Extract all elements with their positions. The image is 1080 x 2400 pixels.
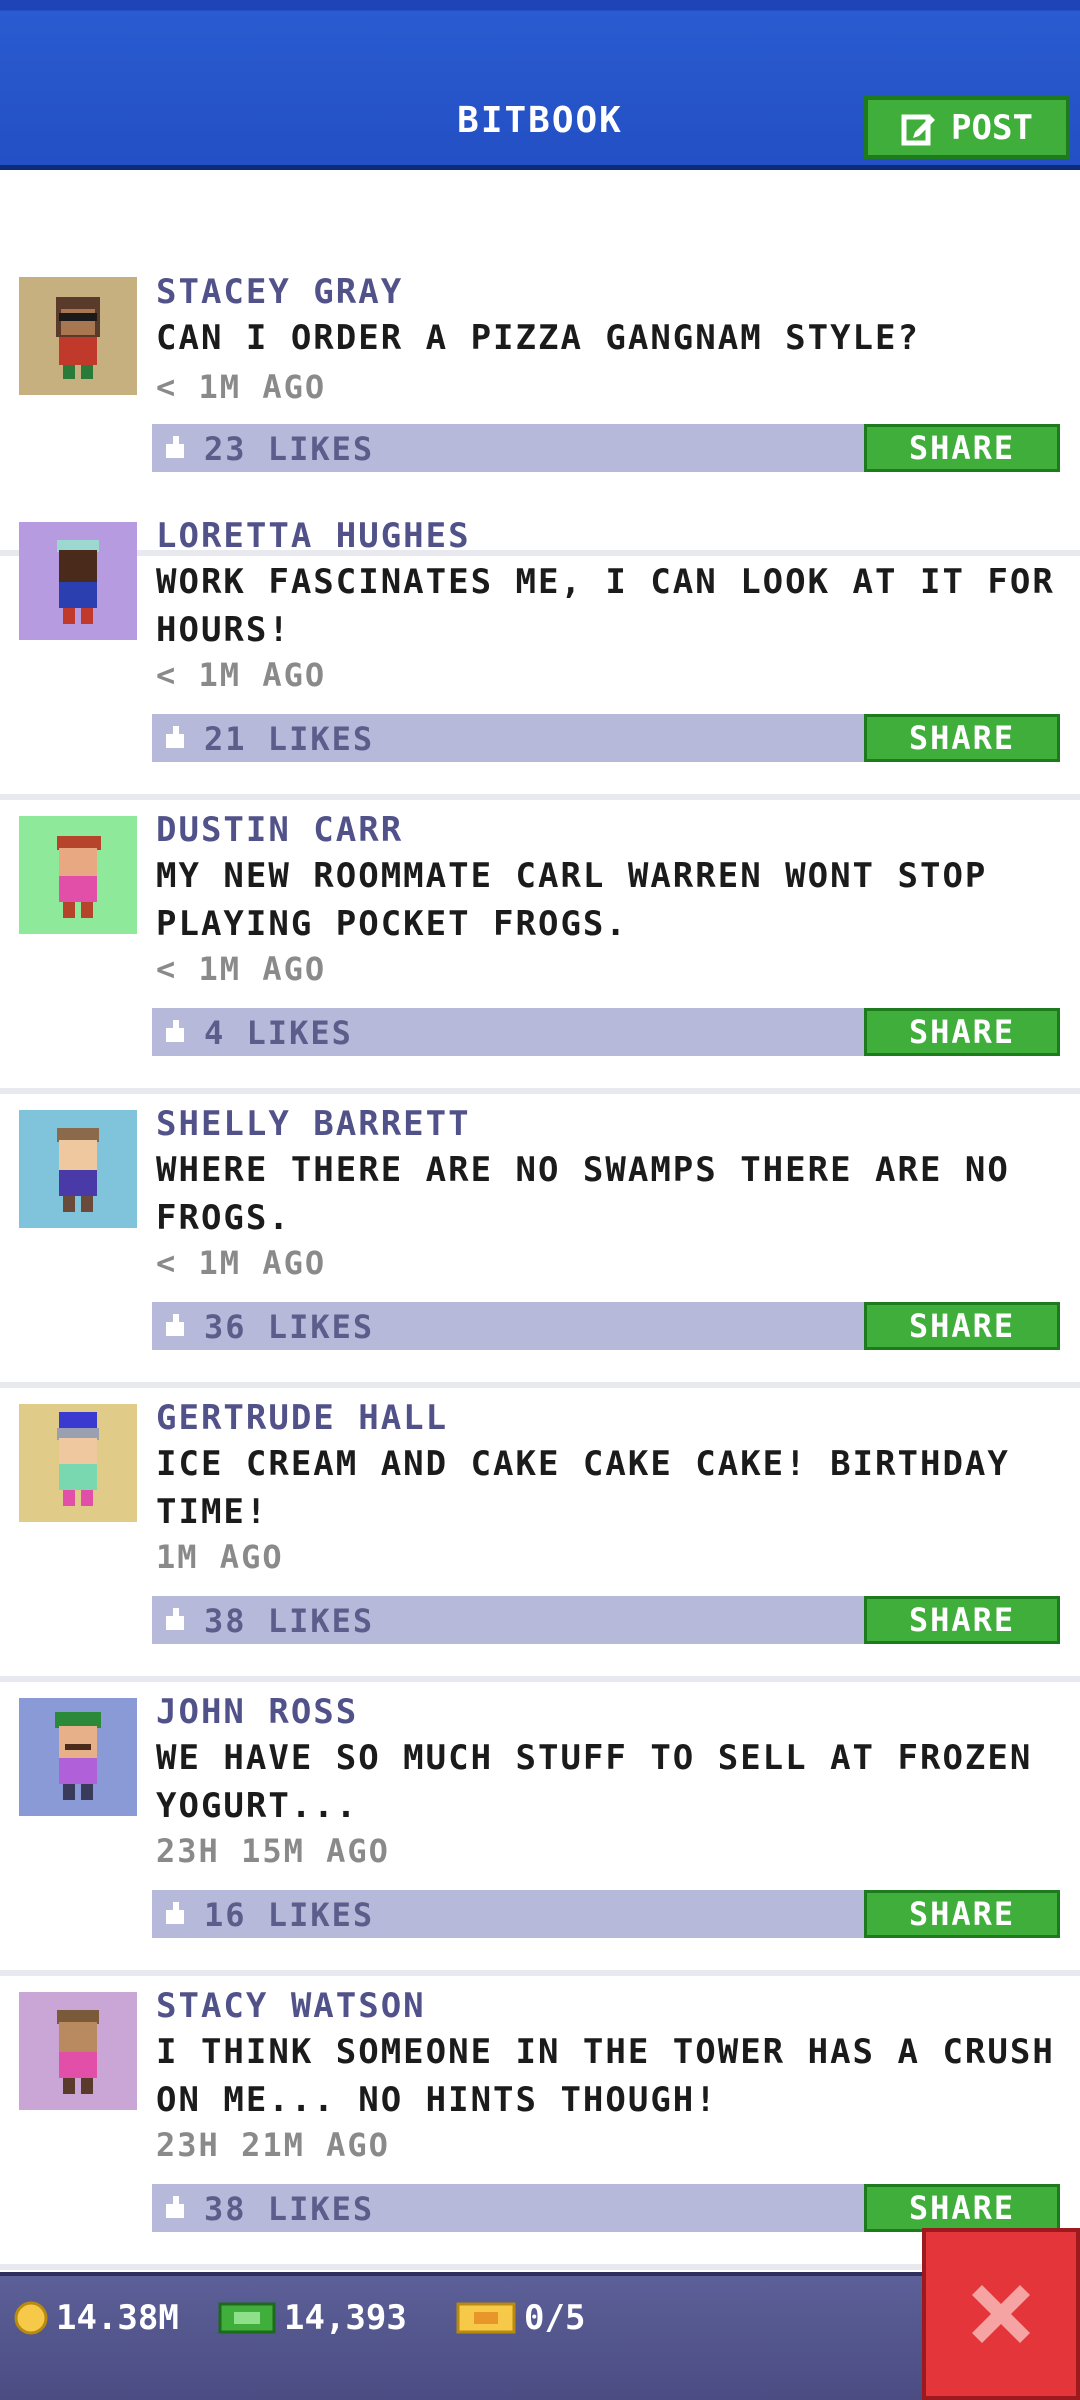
share-button[interactable]: SHARE (864, 424, 1060, 472)
thumbs-up-icon (166, 1020, 184, 1042)
post-message: WE HAVE SO MUCH STUFF TO SELL AT FROZEN … (156, 1738, 1033, 1826)
post-author: DUSTIN CARR (156, 810, 404, 850)
share-button[interactable]: SHARE (864, 1302, 1060, 1350)
close-button[interactable] (922, 2228, 1080, 2400)
post-time: < 1M AGO (156, 656, 327, 694)
close-icon (972, 2285, 1030, 2343)
likes-count: 36 LIKES (204, 1308, 375, 1346)
avatar (19, 277, 137, 395)
like-bar: 36 LIKES SHARE (152, 1302, 1060, 1350)
tickets-stat: 0/5 (456, 2298, 585, 2338)
coin-icon (14, 2301, 48, 2335)
likes-count: 4 LIKES (204, 1014, 353, 1052)
thumbs-up-icon (166, 726, 184, 748)
bux-stat: 14,393 (218, 2298, 407, 2338)
post-time: < 1M AGO (156, 950, 327, 988)
post-card: STACY WATSON I THINK SOMEONE IN THE TOWE… (0, 1976, 1080, 2270)
post-card: GERTRUDE HALL ICE CREAM AND CAKE CAKE CA… (0, 1388, 1080, 1682)
post-author: STACEY GRAY (156, 272, 404, 312)
share-button[interactable]: SHARE (864, 1008, 1060, 1056)
post-message: MY NEW ROOMMATE CARL WARREN WONT STOP PL… (156, 856, 988, 944)
share-button[interactable]: SHARE (864, 714, 1060, 762)
post-author: JOHN ROSS (156, 1692, 359, 1732)
post-button[interactable]: POST (864, 96, 1070, 159)
ticket-icon (456, 2302, 516, 2334)
post-time: < 1M AGO (156, 368, 327, 406)
coins-stat: 14.38M (14, 2298, 179, 2338)
post-time: 1M AGO (156, 1538, 284, 1576)
status-bar: 14.38M 14,393 0/5 (0, 2272, 1080, 2400)
avatar (19, 816, 137, 934)
post-card: LORETTA HUGHES WORK FASCINATES ME, I CAN… (0, 506, 1080, 800)
thumbs-up-icon (166, 436, 184, 458)
likes-count: 38 LIKES (204, 1602, 375, 1640)
likes-count: 38 LIKES (204, 2190, 375, 2228)
likes-count: 16 LIKES (204, 1896, 375, 1934)
post-author: LORETTA HUGHES (156, 516, 471, 556)
like-bar: 21 LIKES SHARE (152, 714, 1060, 762)
post-card: DUSTIN CARR MY NEW ROOMMATE CARL WARREN … (0, 800, 1080, 1094)
post-time: 23H 21M AGO (156, 2126, 390, 2164)
post-time: < 1M AGO (156, 1244, 327, 1282)
coins-value: 14.38M (56, 2298, 179, 2338)
like-bar: 4 LIKES SHARE (152, 1008, 1060, 1056)
avatar (19, 1404, 137, 1522)
post-author: GERTRUDE HALL (156, 1398, 449, 1438)
likes-count: 21 LIKES (204, 720, 375, 758)
bux-icon (218, 2302, 276, 2334)
post-time: 23H 15M AGO (156, 1832, 390, 1870)
thumbs-up-icon (166, 1314, 184, 1336)
share-button[interactable]: SHARE (864, 2184, 1060, 2232)
avatar (19, 1110, 137, 1228)
avatar (19, 1698, 137, 1816)
like-bar: 38 LIKES SHARE (152, 2184, 1060, 2232)
thumbs-up-icon (166, 1608, 184, 1630)
edit-icon (901, 114, 936, 145)
tickets-value: 0/5 (524, 2298, 586, 2338)
like-bar: 23 LIKES SHARE (152, 424, 1060, 472)
thumbs-up-icon (166, 1902, 184, 1924)
like-bar: 16 LIKES SHARE (152, 1890, 1060, 1938)
share-button[interactable]: SHARE (864, 1596, 1060, 1644)
like-bar: 38 LIKES SHARE (152, 1596, 1060, 1644)
post-card: SHELLY BARRETT WHERE THERE ARE NO SWAMPS… (0, 1094, 1080, 1388)
avatar (19, 1992, 137, 2110)
post-author: STACY WATSON (156, 1986, 426, 2026)
thumbs-up-icon (166, 2196, 184, 2218)
app-header: BITBOOK POST (0, 0, 1080, 170)
post-card: JOHN ROSS WE HAVE SO MUCH STUFF TO SELL … (0, 1682, 1080, 1976)
avatar (19, 522, 137, 640)
post-message: ICE CREAM AND CAKE CAKE CAKE! BIRTHDAY T… (156, 1444, 1010, 1532)
share-button[interactable]: SHARE (864, 1890, 1060, 1938)
post-message: WHERE THERE ARE NO SWAMPS THERE ARE NO F… (156, 1150, 1010, 1238)
bux-value: 14,393 (284, 2298, 407, 2338)
post-message: WORK FASCINATES ME, I CAN LOOK AT IT FOR… (156, 562, 1055, 650)
post-button-label: POST (951, 107, 1033, 148)
post-author: SHELLY BARRETT (156, 1104, 471, 1144)
post-message: I THINK SOMEONE IN THE TOWER HAS A CRUSH… (156, 2032, 1055, 2120)
likes-count: 23 LIKES (204, 430, 375, 468)
post-message: CAN I ORDER A PIZZA GANGNAM STYLE? (156, 318, 920, 358)
